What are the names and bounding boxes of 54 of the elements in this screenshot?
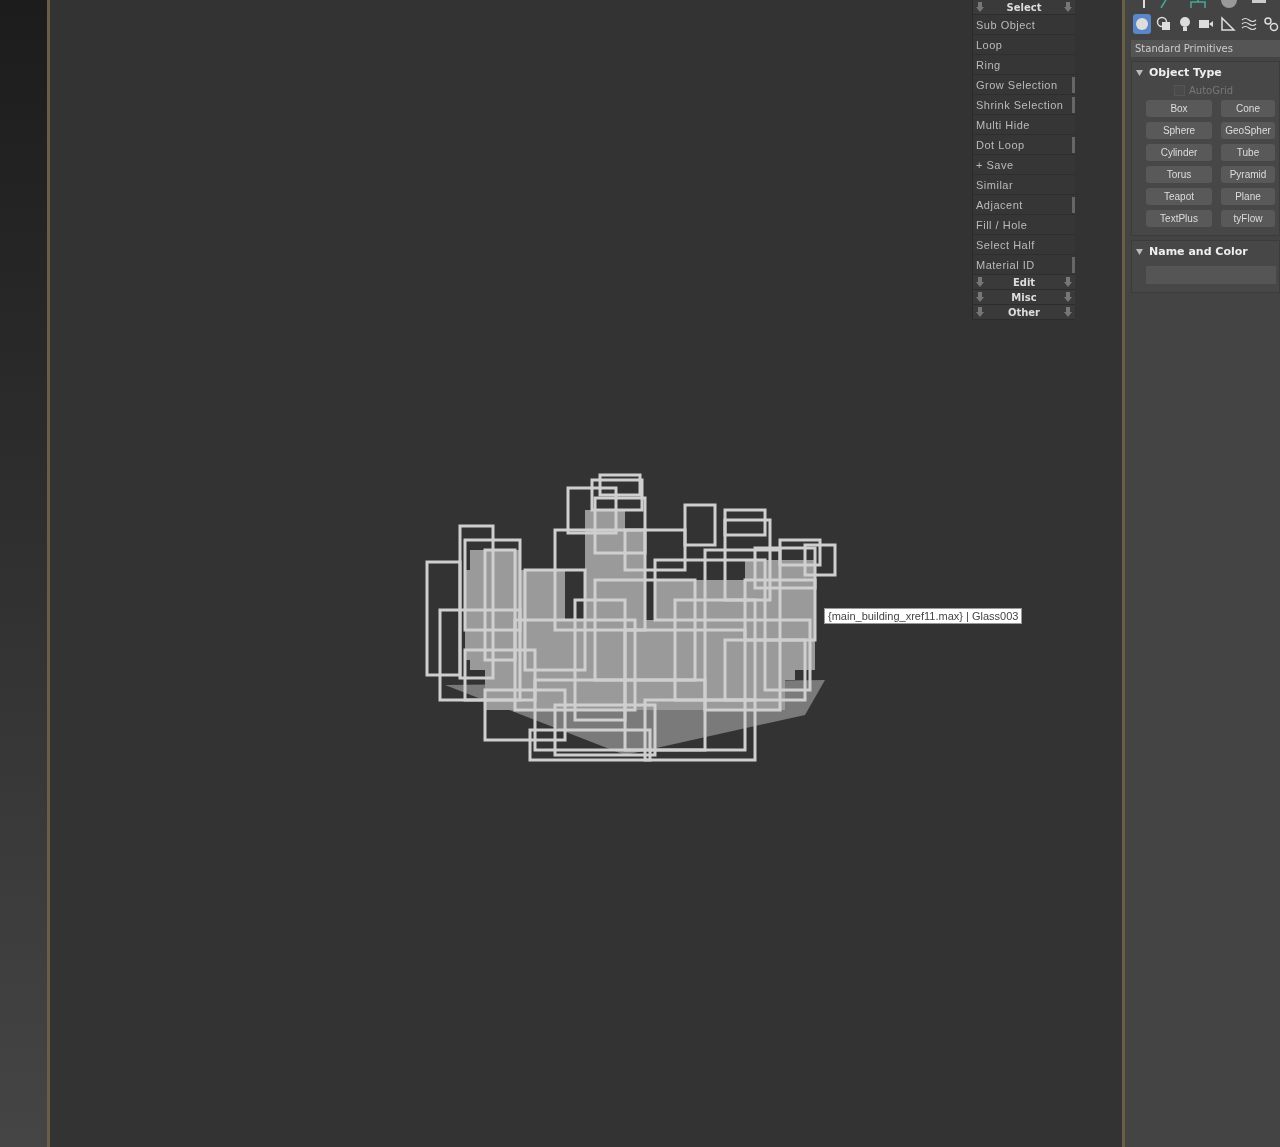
create-category-tab[interactable]: [1218, 14, 1238, 34]
section-title: Other: [1007, 306, 1041, 318]
menu-item-label: Grow Selection: [976, 78, 1058, 91]
down-arrow-icon: [976, 2, 984, 12]
create-category-tab[interactable]: [1133, 14, 1152, 34]
menu-item-label: + Save: [976, 158, 1014, 171]
sphere-icon: [1134, 16, 1151, 32]
menu-item[interactable]: Adjacent: [973, 195, 1075, 215]
menu-item[interactable]: Shrink Selection: [973, 95, 1075, 115]
menu-item-label: Multi Hide: [976, 118, 1030, 131]
category-dropdown[interactable]: Standard Primitives: [1131, 40, 1280, 57]
collapse-triangle-icon[interactable]: [1136, 248, 1143, 255]
menu-item-label: Ring: [976, 58, 1001, 71]
rollout-title: Name and Color: [1149, 245, 1248, 258]
waves-icon: [1241, 16, 1258, 32]
menu-item-label: Adjacent: [976, 198, 1023, 211]
primitive-button[interactable]: Pyramid: [1221, 166, 1275, 183]
primitive-button[interactable]: TextPlus: [1146, 210, 1212, 227]
menu-item[interactable]: Grow Selection: [973, 75, 1075, 95]
menu-item-label: Loop: [976, 38, 1003, 51]
menu-item-label: Select Half: [976, 238, 1035, 251]
create-category-tab[interactable]: [1261, 14, 1280, 34]
menu-item[interactable]: Dot Loop: [973, 135, 1075, 155]
primitive-button[interactable]: Plane: [1221, 188, 1275, 205]
rollout-title: Object Type: [1149, 66, 1222, 79]
primitive-button[interactable]: Sphere: [1146, 122, 1212, 139]
menu-item-label: Dot Loop: [976, 138, 1025, 151]
primitive-button[interactable]: GeoSpher: [1221, 122, 1275, 139]
menu-section-header[interactable]: Edit: [973, 275, 1075, 290]
menu-item-label: Sub Object: [976, 18, 1036, 31]
down-arrow-icon: [1064, 2, 1072, 12]
ruler-triangle-icon: [1219, 16, 1236, 32]
menu-section-header[interactable]: Other: [973, 305, 1075, 320]
section-title: Edit: [1012, 276, 1036, 288]
primitive-button[interactable]: Cone: [1221, 100, 1275, 117]
menu-section-header[interactable]: Misc: [973, 290, 1075, 305]
primitive-button[interactable]: Box: [1146, 100, 1212, 117]
primitive-button[interactable]: Tube: [1221, 144, 1275, 161]
primitive-button[interactable]: Cylinder: [1146, 144, 1212, 161]
object-tooltip: {main_building_xref11.max} | Glass003: [824, 608, 1023, 624]
menu-item[interactable]: Material ID: [973, 255, 1075, 275]
primitive-button[interactable]: Torus: [1146, 166, 1212, 183]
menu-section-header[interactable]: Select: [973, 0, 1075, 15]
shapes-icon: [1155, 16, 1172, 32]
collapse-triangle-icon[interactable]: [1136, 69, 1143, 76]
section-title: Misc: [1011, 291, 1037, 303]
gears-icon: [1262, 16, 1279, 32]
menu-item-label: Material ID: [976, 258, 1035, 271]
menu-item-label: Shrink Selection: [976, 98, 1064, 111]
section-title: Select: [1006, 1, 1042, 13]
menu-item-label: Similar: [976, 178, 1014, 191]
primitive-button[interactable]: tyFlow: [1221, 210, 1275, 227]
menu-item-label: Fill / Hole: [976, 218, 1028, 231]
primitive-button[interactable]: Teapot: [1146, 188, 1212, 205]
